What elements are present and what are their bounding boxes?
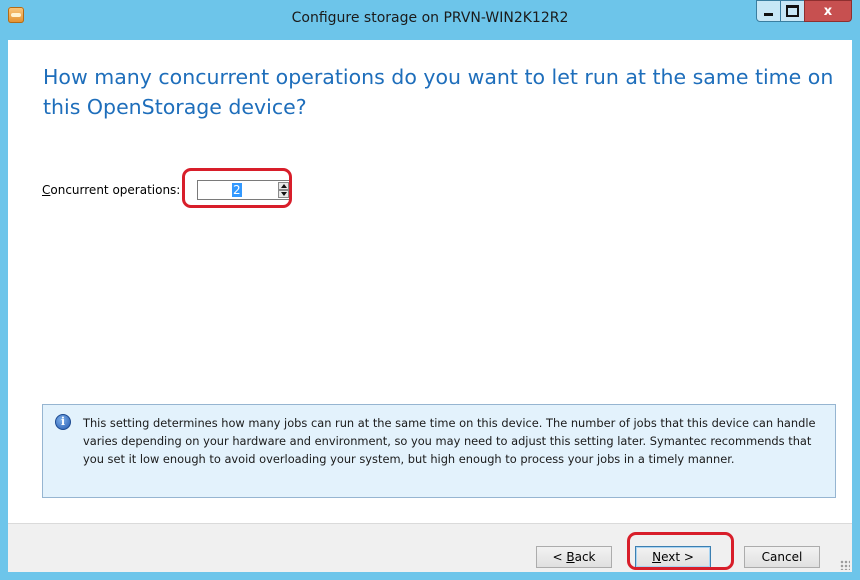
maximize-button[interactable] (780, 0, 805, 22)
close-button[interactable]: x (804, 0, 852, 22)
title-bar[interactable]: Configure storage on PRVN-WIN2K12R2 x (0, 0, 860, 40)
cancel-button[interactable]: Cancel (744, 546, 820, 568)
window-title: Configure storage on PRVN-WIN2K12R2 (291, 10, 569, 26)
highlight-ring-next (627, 532, 734, 570)
concurrent-operations-label: Concurrent operations: (42, 183, 180, 197)
highlight-ring-stepper (182, 168, 292, 208)
info-icon: i (55, 414, 71, 430)
back-access-key: B (566, 550, 575, 564)
info-text: This setting determines how many jobs ca… (83, 416, 816, 466)
back-label: ack (574, 550, 596, 564)
back-prefix: < (552, 550, 567, 564)
maximize-icon (786, 5, 799, 17)
page-heading: How many concurrent operations do you wa… (43, 65, 834, 119)
minimize-button[interactable] (756, 0, 781, 22)
minimize-icon (764, 12, 773, 16)
dialog-content: How many concurrent operations do you wa… (8, 40, 852, 572)
label-text: oncurrent operations: (50, 183, 181, 197)
resize-grip-icon[interactable] (840, 560, 850, 570)
close-icon: x (823, 3, 833, 19)
dialog-window: Configure storage on PRVN-WIN2K12R2 x Ho… (0, 0, 860, 580)
info-panel: i This setting determines how many jobs … (42, 404, 836, 498)
back-button[interactable]: < Back (536, 546, 612, 568)
